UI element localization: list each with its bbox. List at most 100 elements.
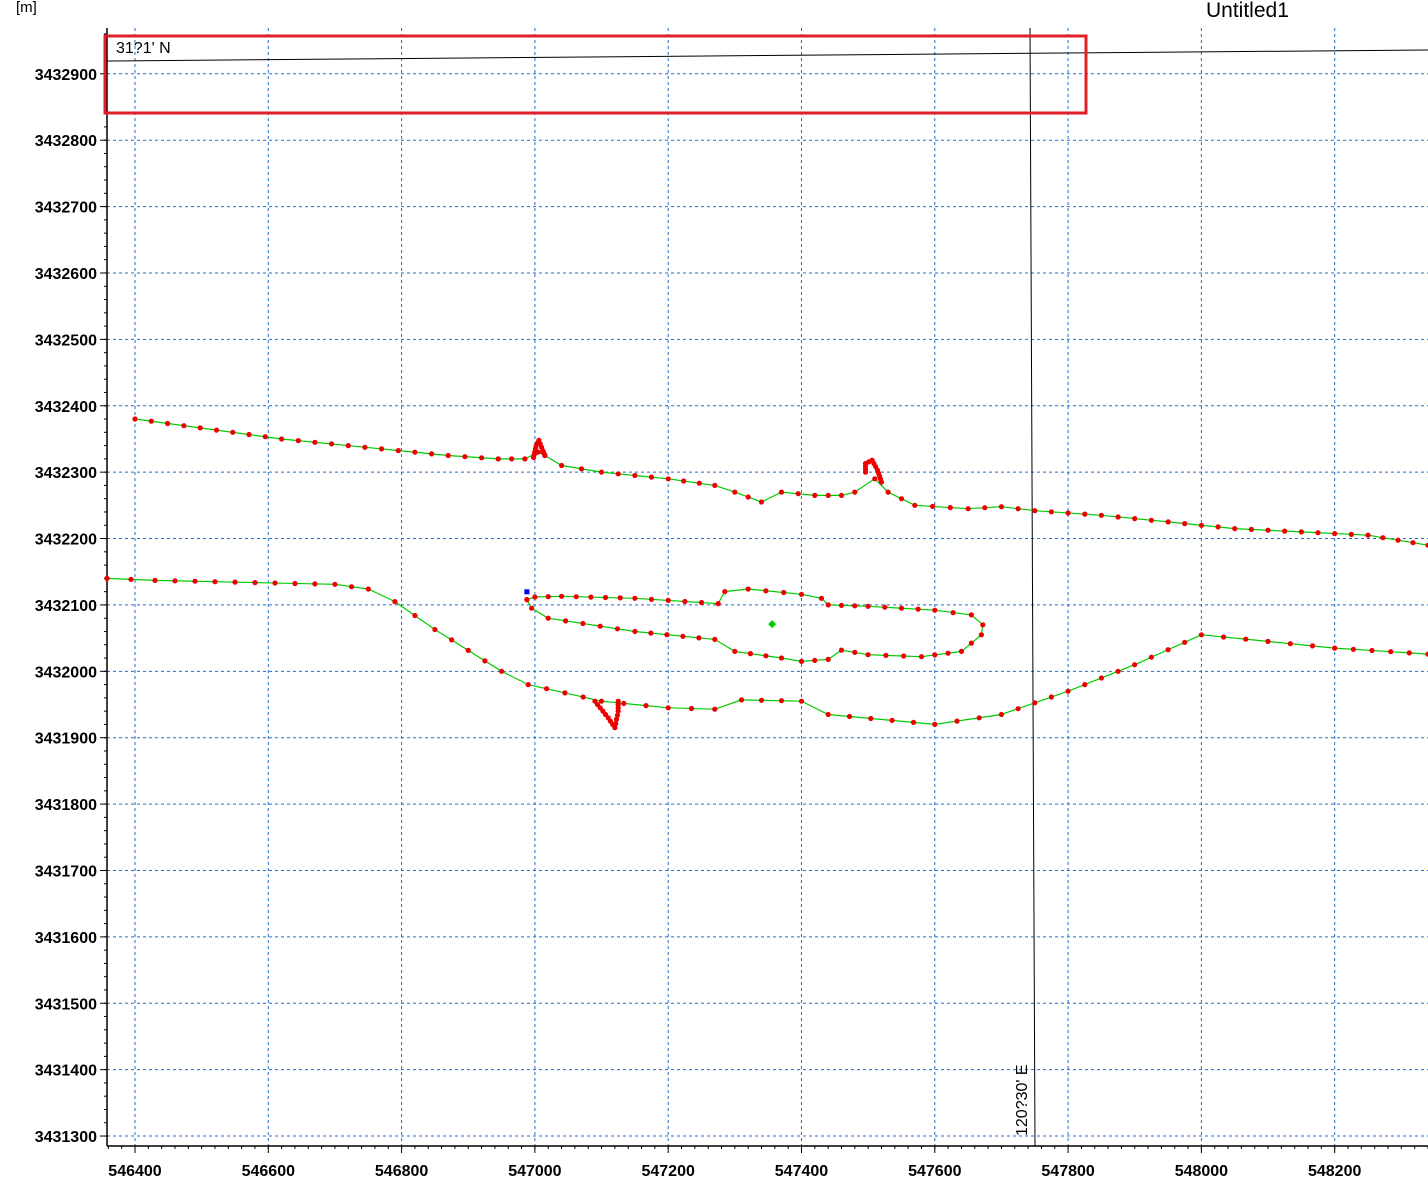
island-vertex[interactable] bbox=[978, 632, 985, 638]
south-vertex[interactable] bbox=[392, 599, 398, 605]
north-vertex[interactable] bbox=[838, 492, 845, 498]
north-vertex[interactable] bbox=[395, 448, 401, 454]
south-vertex[interactable] bbox=[365, 586, 371, 592]
north-vertex[interactable] bbox=[872, 476, 878, 482]
south-vertex[interactable] bbox=[976, 715, 982, 721]
north-vertex[interactable] bbox=[1365, 532, 1371, 538]
south-vertex[interactable] bbox=[332, 581, 338, 587]
north-vertex[interactable] bbox=[479, 455, 485, 461]
island-vertex[interactable] bbox=[682, 598, 688, 605]
north-vertex[interactable] bbox=[559, 462, 565, 469]
island-vertex[interactable] bbox=[680, 633, 686, 639]
island-vertex[interactable] bbox=[882, 604, 888, 610]
north-vertex[interactable] bbox=[148, 418, 154, 424]
island-vertex[interactable] bbox=[883, 652, 889, 659]
south-vertex[interactable] bbox=[432, 626, 438, 633]
north-vertex[interactable] bbox=[1115, 514, 1121, 520]
south-vertex[interactable] bbox=[825, 711, 831, 718]
south-vertex[interactable] bbox=[738, 697, 745, 703]
north-vertex[interactable] bbox=[412, 449, 418, 455]
south-vertex[interactable] bbox=[798, 698, 805, 704]
north-vertex[interactable] bbox=[745, 494, 751, 500]
island-vertex[interactable] bbox=[781, 589, 787, 596]
island-vertex[interactable] bbox=[763, 653, 769, 659]
island-vertex[interactable] bbox=[532, 594, 538, 600]
north-vertex[interactable] bbox=[898, 496, 905, 502]
south-vertex[interactable] bbox=[580, 694, 586, 700]
island-vertex[interactable] bbox=[602, 594, 609, 601]
south-vertex[interactable] bbox=[1406, 650, 1412, 656]
island-vertex[interactable] bbox=[545, 594, 551, 600]
island-vertex[interactable] bbox=[580, 620, 586, 627]
island-vertex[interactable] bbox=[559, 593, 565, 599]
north-vertex[interactable] bbox=[712, 482, 718, 488]
north-vertex[interactable] bbox=[1048, 509, 1054, 515]
island-vertex[interactable] bbox=[745, 586, 751, 592]
south-vertex[interactable] bbox=[192, 578, 198, 584]
island-vertex[interactable] bbox=[945, 650, 951, 656]
south-vertex[interactable] bbox=[1287, 641, 1293, 647]
south-vertex[interactable] bbox=[1132, 662, 1138, 668]
island-vertex[interactable] bbox=[563, 618, 569, 624]
south-vertex[interactable] bbox=[1098, 675, 1104, 681]
spike-vertex[interactable] bbox=[878, 479, 885, 485]
island-vertex[interactable] bbox=[918, 654, 925, 660]
south-shoreline[interactable] bbox=[106, 577, 1428, 726]
south-vertex[interactable] bbox=[1221, 634, 1227, 640]
north-vertex[interactable] bbox=[632, 472, 638, 479]
map-view[interactable]: [m] Untitled1 31?1' N 120?30' E 3431300 3… bbox=[0, 0, 1428, 1192]
south-vertex[interactable] bbox=[152, 577, 158, 584]
south-vertex[interactable] bbox=[1332, 645, 1338, 651]
south-vertex[interactable] bbox=[412, 612, 418, 619]
island-vertex[interactable] bbox=[597, 623, 603, 629]
north-vertex[interactable] bbox=[1165, 519, 1171, 525]
north-vertex[interactable] bbox=[1132, 516, 1138, 522]
north-vertex[interactable] bbox=[1232, 526, 1238, 532]
island-vertex[interactable] bbox=[958, 648, 965, 655]
south-vertex[interactable] bbox=[778, 698, 785, 704]
south-vertex[interactable] bbox=[212, 579, 218, 585]
north-vertex[interactable] bbox=[1265, 527, 1271, 533]
north-vertex[interactable] bbox=[615, 471, 621, 477]
south-vertex[interactable] bbox=[128, 576, 134, 583]
spike-vertex[interactable] bbox=[615, 698, 621, 704]
north-vertex[interactable] bbox=[812, 492, 818, 498]
north-vertex[interactable] bbox=[1332, 531, 1338, 537]
island-vertex[interactable] bbox=[712, 636, 718, 643]
island-vertex[interactable] bbox=[825, 602, 831, 608]
north-vertex[interactable] bbox=[732, 489, 738, 495]
north-vertex[interactable] bbox=[665, 476, 671, 482]
island-vertex[interactable] bbox=[798, 658, 805, 665]
island-vertex[interactable] bbox=[665, 597, 671, 604]
south-vertex[interactable] bbox=[1048, 694, 1054, 700]
south-vertex[interactable] bbox=[1065, 688, 1071, 694]
north-vertex[interactable] bbox=[1395, 537, 1401, 543]
south-vertex[interactable] bbox=[349, 584, 355, 590]
island-vertex[interactable] bbox=[898, 605, 905, 611]
south-vertex[interactable] bbox=[172, 578, 178, 584]
south-vertex[interactable] bbox=[272, 580, 278, 586]
south-vertex[interactable] bbox=[846, 713, 853, 720]
south-vertex[interactable] bbox=[252, 580, 258, 586]
island-vertex[interactable] bbox=[865, 652, 871, 658]
island-vertex[interactable] bbox=[932, 652, 938, 658]
north-vertex[interactable] bbox=[1148, 517, 1154, 523]
island-vertex[interactable] bbox=[529, 605, 535, 611]
north-vertex[interactable] bbox=[213, 427, 220, 433]
north-vertex[interactable] bbox=[1015, 506, 1021, 512]
south-vertex[interactable] bbox=[889, 717, 895, 724]
north-vertex[interactable] bbox=[246, 431, 252, 438]
start-marker[interactable] bbox=[524, 589, 530, 595]
north-vertex[interactable] bbox=[1298, 529, 1304, 535]
island-vertex[interactable] bbox=[648, 596, 655, 602]
island-vertex[interactable] bbox=[722, 589, 728, 595]
north-vertex[interactable] bbox=[462, 454, 468, 460]
north-vertex[interactable] bbox=[279, 436, 285, 442]
island-vertex[interactable] bbox=[852, 603, 858, 609]
south-vertex[interactable] bbox=[598, 698, 605, 704]
north-vertex[interactable] bbox=[947, 505, 953, 511]
north-vertex[interactable] bbox=[1198, 522, 1204, 528]
south-vertex[interactable] bbox=[1182, 639, 1188, 645]
north-vertex[interactable] bbox=[1215, 524, 1221, 530]
north-vertex[interactable] bbox=[329, 441, 335, 447]
